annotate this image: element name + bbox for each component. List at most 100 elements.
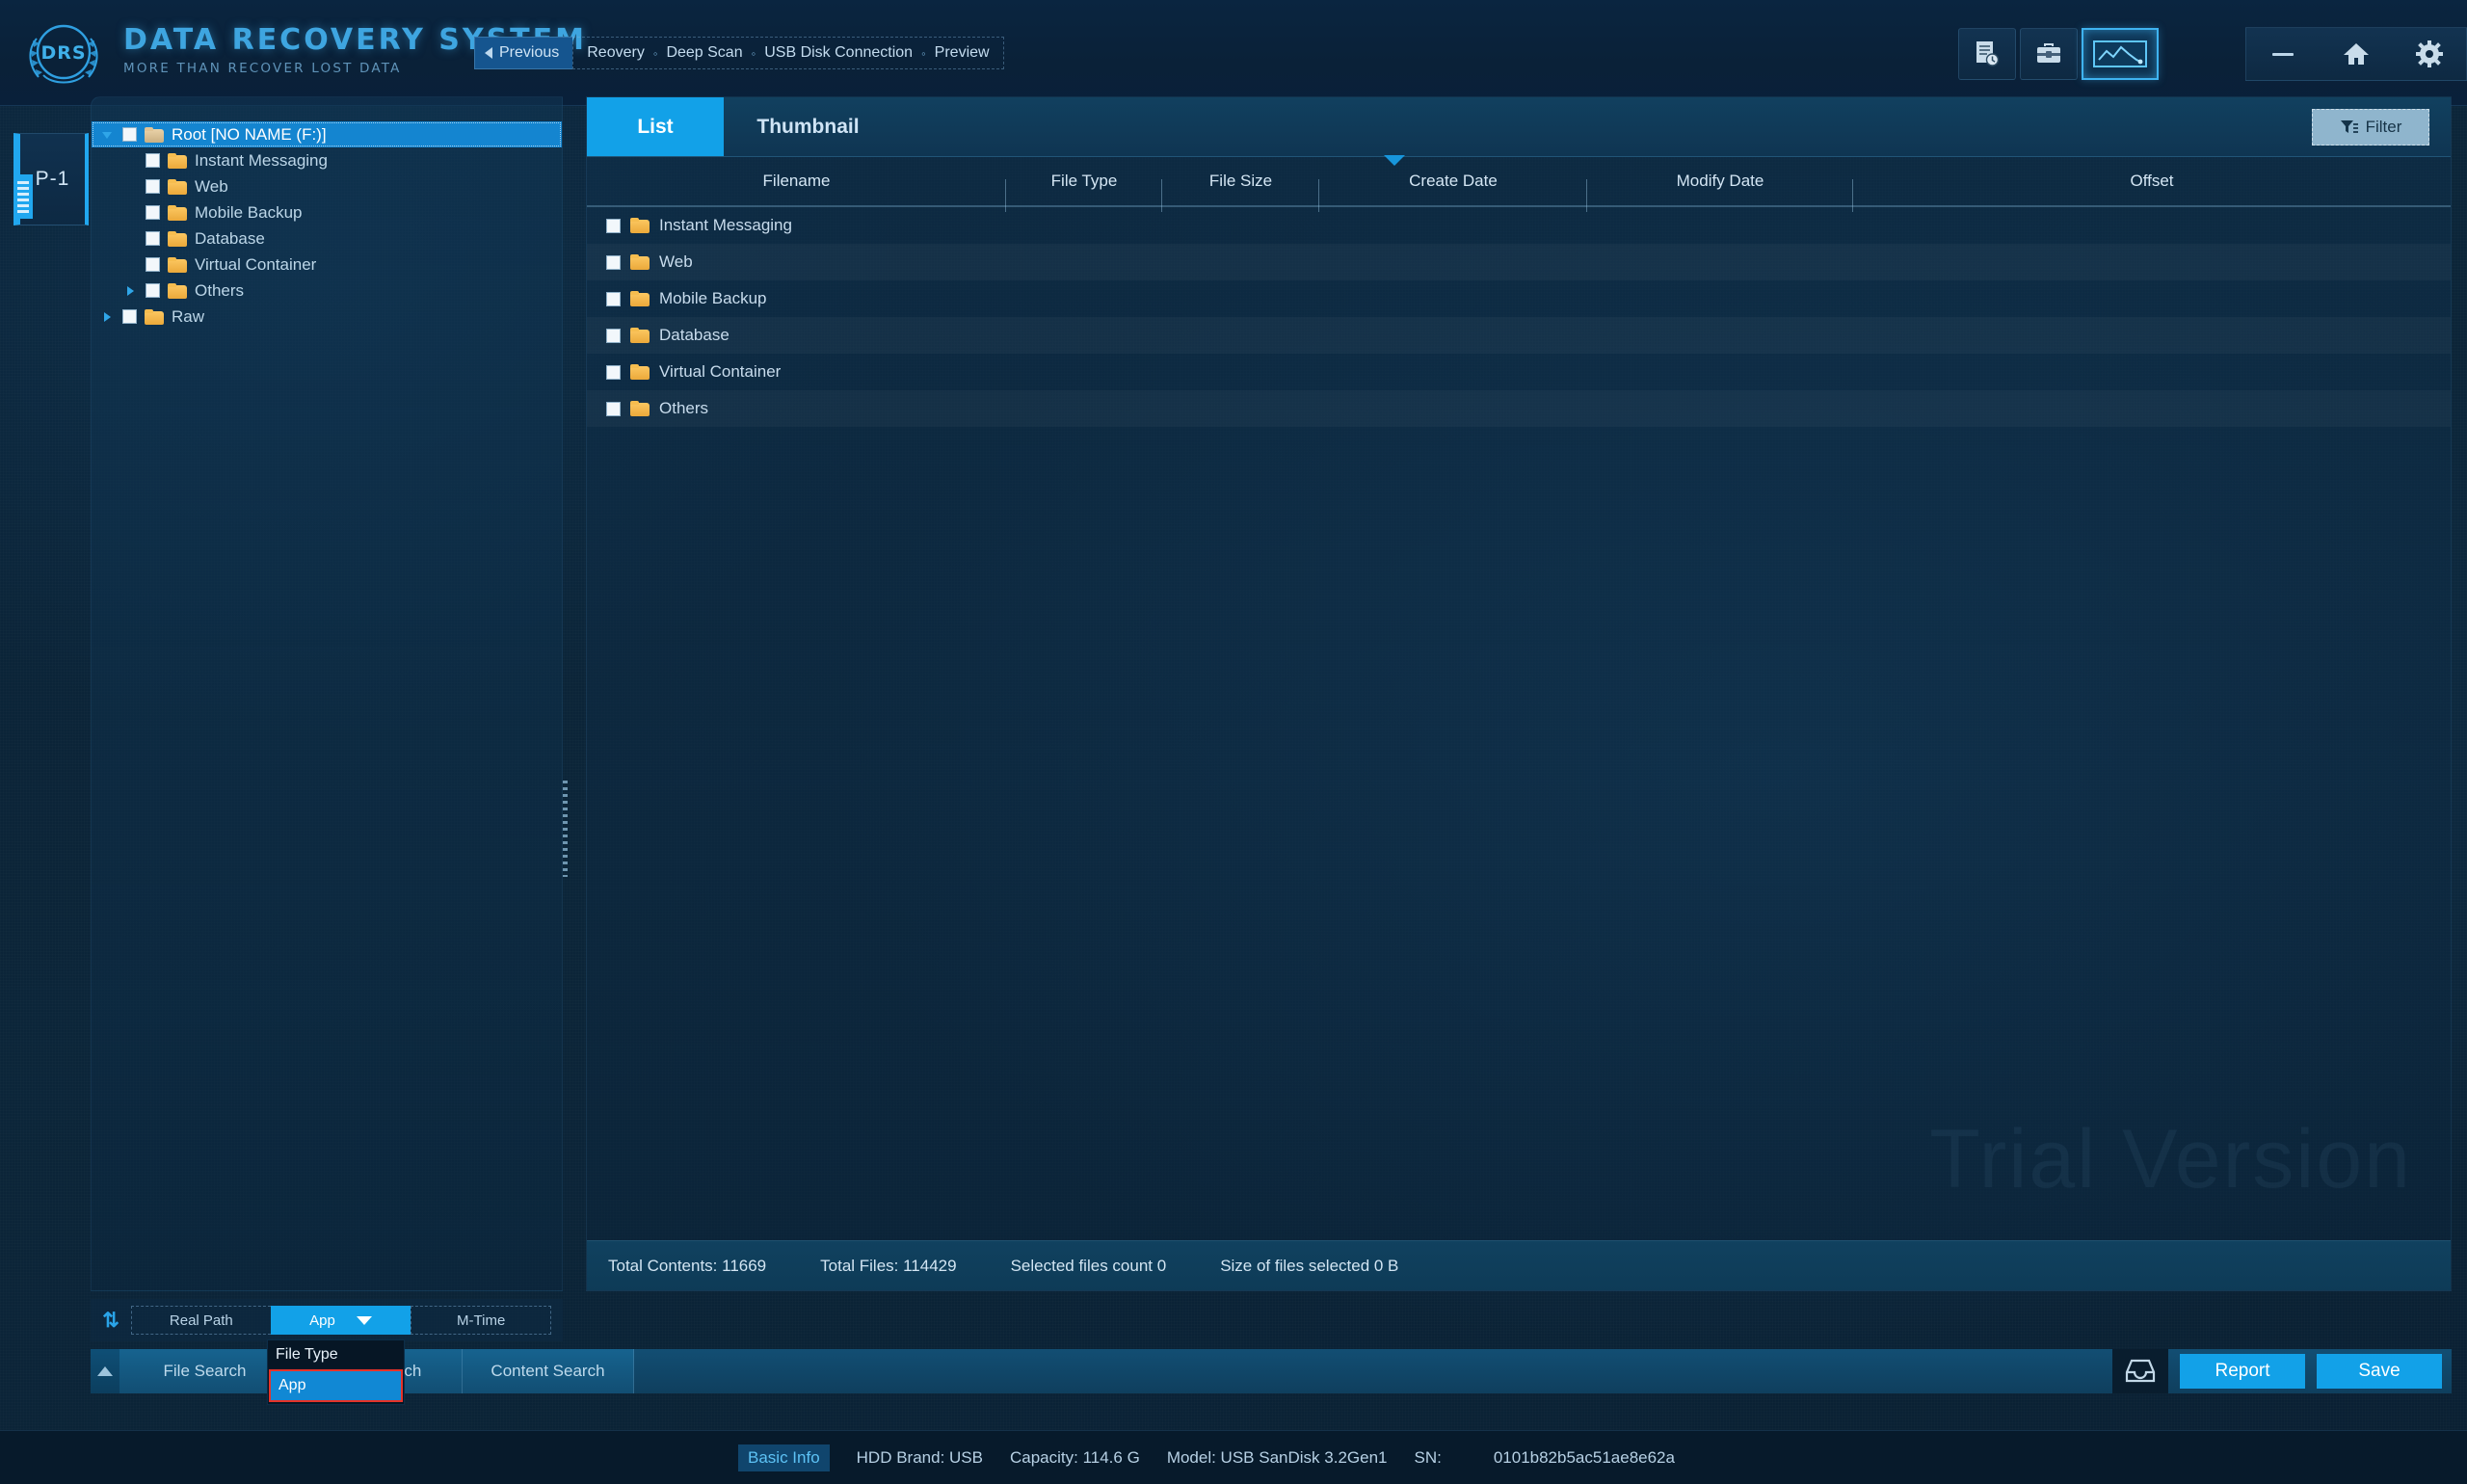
- folder-icon: [168, 230, 187, 247]
- column-header-modify-date[interactable]: Modify Date: [1587, 172, 1853, 212]
- table-row[interactable]: Others: [587, 390, 2451, 427]
- column-header-filename[interactable]: Filename: [587, 172, 1006, 212]
- folder-icon: [145, 308, 164, 325]
- home-button[interactable]: [2320, 28, 2393, 80]
- tree-node-spacer: [124, 258, 138, 272]
- report-button[interactable]: Report: [2180, 1354, 2305, 1389]
- export-tray-button[interactable]: [2112, 1349, 2168, 1393]
- tree-checkbox[interactable]: [122, 309, 137, 324]
- file-list-panel: List Thumbnail Filter Filename File Type: [586, 96, 2452, 1291]
- tree-node-mobile-backup[interactable]: Mobile Backup: [92, 199, 562, 225]
- filter-label: Filter: [2365, 118, 2402, 136]
- table-row[interactable]: Database: [587, 317, 2451, 354]
- sort-segment-label: Real Path: [169, 1312, 233, 1329]
- svg-text:DRS: DRS: [40, 42, 86, 64]
- table-row[interactable]: Web: [587, 244, 2451, 280]
- tree-checkbox[interactable]: [146, 153, 160, 168]
- tree-checkbox[interactable]: [146, 179, 160, 194]
- column-label: Offset: [2130, 172, 2174, 190]
- dropdown-option-file-type[interactable]: File Type: [268, 1340, 404, 1369]
- tree-node-others[interactable]: Others: [92, 278, 562, 304]
- row-checkbox[interactable]: [606, 401, 621, 416]
- table-row[interactable]: Mobile Backup: [587, 280, 2451, 317]
- drs-logo-icon: DRS: [17, 6, 110, 98]
- tree-node-web[interactable]: Web: [92, 173, 562, 199]
- tree-node-label: Root [NO NAME (F:)]: [172, 124, 327, 144]
- tree-node-database[interactable]: Database: [92, 225, 562, 252]
- panel-splitter[interactable]: [559, 96, 572, 1291]
- previous-button[interactable]: Previous: [474, 37, 573, 69]
- folder-icon: [168, 178, 187, 195]
- action-button-group: Report Save: [2112, 1349, 2452, 1393]
- sort-segment-app[interactable]: App: [270, 1306, 411, 1335]
- tab-thumbnail-label: Thumbnail: [756, 115, 860, 138]
- chevron-right-icon[interactable]: [124, 284, 138, 298]
- sort-segment-label: M-Time: [457, 1312, 506, 1329]
- row-checkbox[interactable]: [606, 364, 621, 380]
- search-tab-bar: File Search Path Search Content Search R…: [91, 1349, 2452, 1393]
- tree-node-root[interactable]: Root [NO NAME (F:)]: [92, 121, 562, 147]
- row-filename: Instant Messaging: [659, 216, 792, 234]
- log-report-button[interactable]: [1958, 28, 2016, 80]
- chevron-down-icon[interactable]: [356, 1315, 372, 1325]
- folder-icon: [168, 282, 187, 299]
- total-contents-label: Total Contents: 11669: [608, 1256, 767, 1275]
- tree-checkbox[interactable]: [122, 127, 137, 142]
- disk-monitor-icon: [2093, 40, 2147, 67]
- tab-list[interactable]: List: [587, 97, 724, 156]
- sort-segment-real-path[interactable]: Real Path: [131, 1306, 271, 1335]
- sort-segment-m-time[interactable]: M-Time: [411, 1306, 552, 1335]
- dropdown-option-label: File Type: [276, 1346, 338, 1363]
- save-button[interactable]: Save: [2317, 1354, 2442, 1389]
- dropdown-option-app[interactable]: App: [269, 1369, 403, 1402]
- tree-checkbox[interactable]: [146, 283, 160, 298]
- tab-label: Content Search: [491, 1362, 605, 1380]
- tab-list-label: List: [637, 115, 674, 138]
- column-header-offset[interactable]: Offset: [1853, 172, 2451, 191]
- column-header-create-date[interactable]: Create Date: [1319, 172, 1587, 212]
- toolbox-button[interactable]: [2020, 28, 2078, 80]
- settings-button[interactable]: [2393, 28, 2466, 80]
- tree-checkbox[interactable]: [146, 205, 160, 220]
- chevron-right-icon[interactable]: [101, 310, 115, 324]
- capacity-label: Capacity: 114.6 G: [1009, 1447, 1140, 1467]
- tree-checkbox[interactable]: [146, 257, 160, 272]
- sort-toggle-icon[interactable]: ⇅: [98, 1309, 123, 1333]
- tab-file-search[interactable]: File Search: [119, 1349, 291, 1393]
- previous-label: Previous: [499, 44, 560, 61]
- column-header-file-type[interactable]: File Type: [1006, 172, 1162, 212]
- collapse-panel-button[interactable]: [91, 1349, 119, 1393]
- sort-field-dropdown-menu[interactable]: File Type App: [267, 1339, 405, 1405]
- splitter-handle-icon[interactable]: [563, 781, 568, 877]
- tree-node-instant-messaging[interactable]: Instant Messaging: [92, 147, 562, 173]
- table-row[interactable]: Virtual Container: [587, 354, 2451, 390]
- tree-checkbox[interactable]: [146, 231, 160, 246]
- row-checkbox[interactable]: [606, 218, 621, 233]
- filter-button[interactable]: Filter: [2312, 109, 2429, 146]
- directory-tree-panel[interactable]: Root [NO NAME (F:)] Instant Messaging We…: [91, 96, 563, 1291]
- disk-monitor-button[interactable]: [2082, 28, 2159, 80]
- column-header-file-size[interactable]: File Size: [1162, 172, 1319, 212]
- breadcrumb-step-deep-scan[interactable]: Deep Scan: [666, 44, 742, 62]
- column-label: File Type: [1050, 172, 1118, 190]
- table-row[interactable]: Instant Messaging: [587, 207, 2451, 244]
- breadcrumb-step-usb-disk-connection[interactable]: USB Disk Connection: [764, 44, 913, 62]
- tree-node-label: Instant Messaging: [195, 150, 328, 170]
- disk-info-bar: Basic Info HDD Brand: USB Capacity: 114.…: [0, 1430, 2467, 1484]
- basic-info-tab[interactable]: Basic Info: [738, 1444, 830, 1471]
- breadcrumb-step-recovery[interactable]: Reovery: [587, 44, 645, 62]
- tree-node-virtual-container[interactable]: Virtual Container: [92, 252, 562, 278]
- trial-watermark: Trial Version: [1929, 1113, 2412, 1206]
- tree-node-raw[interactable]: Raw: [92, 304, 562, 330]
- partition-tab-p1[interactable]: P-1: [13, 133, 89, 225]
- row-checkbox[interactable]: [606, 328, 621, 343]
- breadcrumb-step-preview[interactable]: Preview: [935, 44, 990, 62]
- tab-thumbnail[interactable]: Thumbnail: [724, 97, 892, 156]
- partition-tab-label: P-1: [35, 168, 70, 190]
- tab-content-search[interactable]: Content Search: [463, 1349, 634, 1393]
- minimize-button[interactable]: [2246, 28, 2320, 80]
- column-label: File Size: [1208, 172, 1273, 190]
- row-checkbox[interactable]: [606, 254, 621, 270]
- row-checkbox[interactable]: [606, 291, 621, 306]
- chevron-down-icon[interactable]: [101, 128, 115, 142]
